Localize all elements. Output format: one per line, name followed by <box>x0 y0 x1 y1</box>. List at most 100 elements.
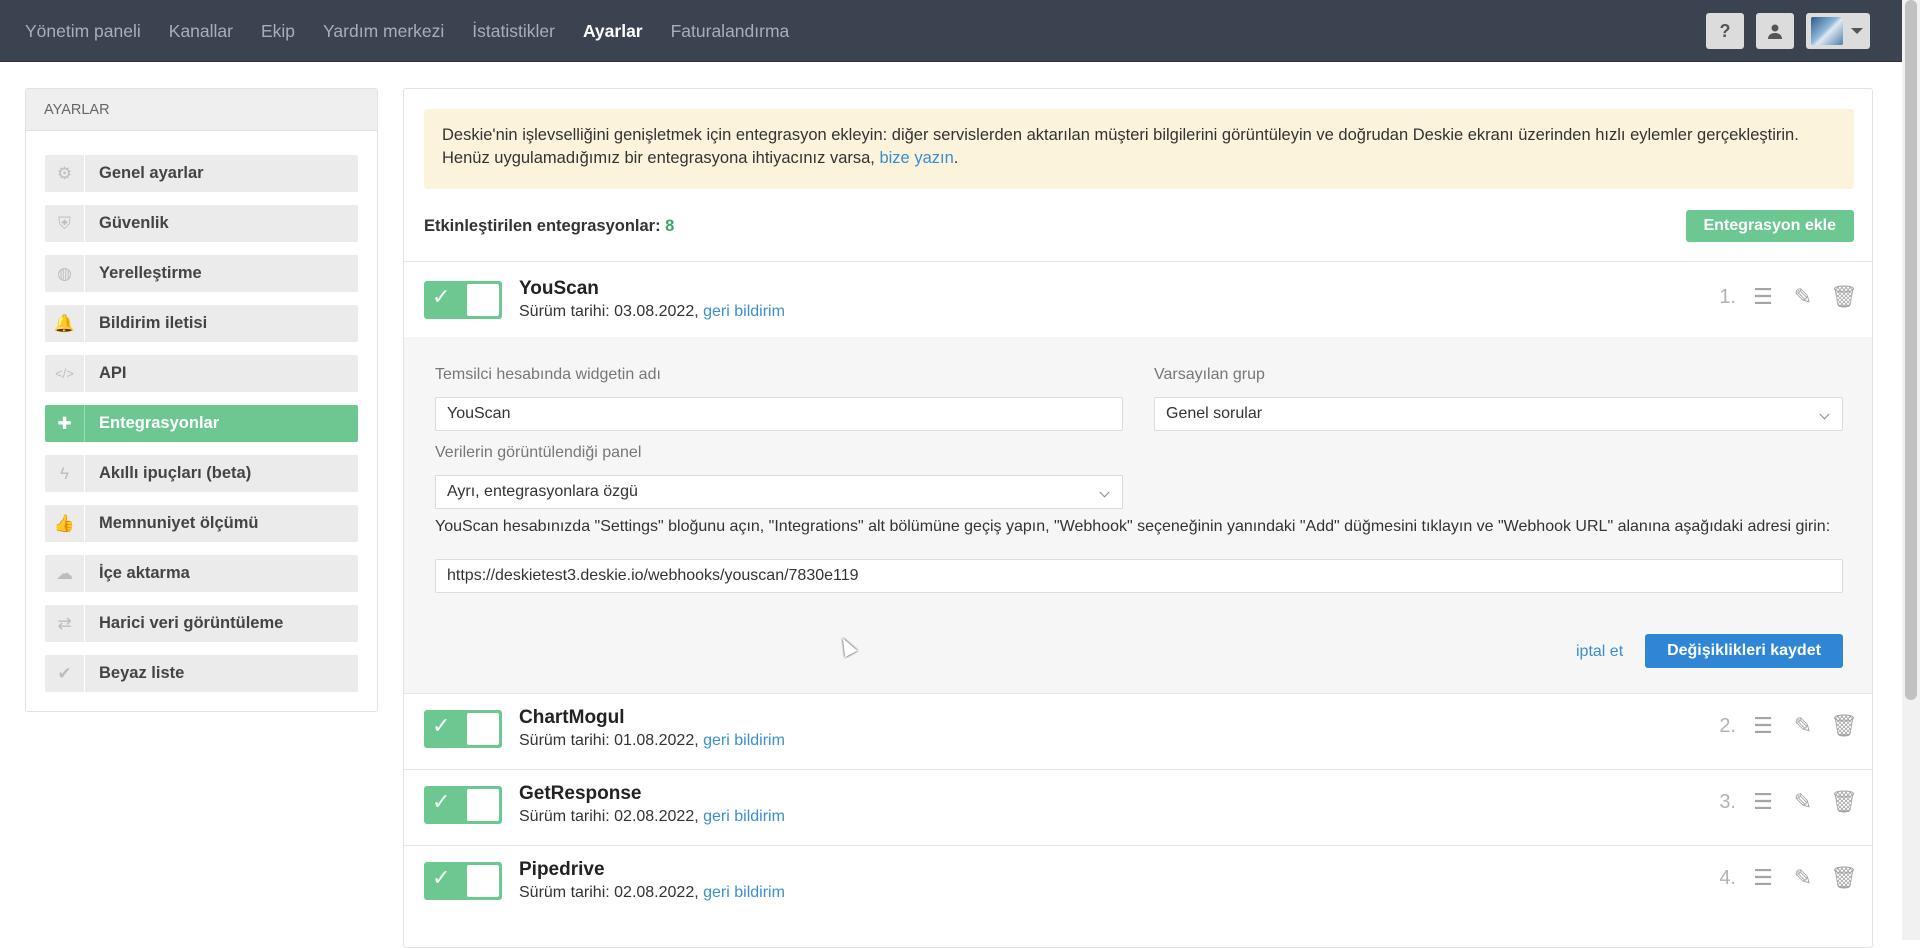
main-nav: Yönetim paneli Kanallar Ekip Yardım merk… <box>25 0 817 62</box>
feedback-link[interactable]: geri bildirim <box>703 303 785 320</box>
sidebar-item-label: Memnuniyet ölçümü <box>99 514 259 532</box>
widget-name-input[interactable]: YouScan <box>435 397 1123 431</box>
cancel-link[interactable]: iptal et <box>1576 643 1623 661</box>
integration-index: 3. <box>1719 790 1736 813</box>
toggle-knob <box>467 865 499 897</box>
trash-icon[interactable]: 🗑 <box>1830 713 1858 739</box>
check-icon: ✓ <box>432 865 451 890</box>
sidebar-item[interactable]: ⇄ Harici veri görüntüleme <box>45 605 358 642</box>
enabled-row: Etkinleştirilen entegrasyonlar: 8 Entegr… <box>424 209 1854 243</box>
webhook-url-field[interactable]: https://deskietest3.deskie.io/webhooks/y… <box>435 559 1843 593</box>
panel-select[interactable]: Ayrı, entegrasyonlara özgü <box>435 475 1123 509</box>
integration-name: Pipedrive <box>519 859 605 880</box>
nav-billing[interactable]: Faturalandırma <box>671 21 790 42</box>
nav-statistics[interactable]: İstatistikler <box>472 21 555 42</box>
sidebar-list: ⚙ Genel ayarlar ⛨ Güvenlik ◍ Yerelleştirme 🔔 Bi… <box>26 131 377 692</box>
shield-icon: ⛨ <box>45 205 85 242</box>
sidebar-item[interactable]: ϟ Akıllı ipuçları (beta) <box>45 455 358 492</box>
integration-row-chartmogul: ✓ ChartMogul Sürüm tarihi: 01.08.2022, g… <box>404 693 1872 769</box>
edit-icon[interactable]: ✎ <box>1790 284 1816 310</box>
sidebar-item-label: Genel ayarlar <box>99 164 204 182</box>
sidebar-item[interactable]: </> API <box>45 355 358 392</box>
scrollbar-thumb[interactable] <box>1905 0 1917 700</box>
release-date: Sürüm tarihi: 02.08.2022, <box>519 808 699 825</box>
integration-actions: 2. ☰ ✎ 🗑 <box>1719 713 1858 739</box>
add-integration-button[interactable]: Entegrasyon ekle <box>1685 210 1854 242</box>
sidebar-item[interactable]: ⛨ Güvenlik <box>45 205 358 242</box>
integration-toggle[interactable]: ✓ <box>424 786 502 824</box>
save-changes-button[interactable]: Değişiklikleri kaydet <box>1645 634 1843 668</box>
edit-icon[interactable]: ✎ <box>1790 713 1816 739</box>
drag-handle-icon[interactable]: ☰ <box>1750 284 1776 310</box>
sidebar-item-label: API <box>99 364 127 382</box>
feedback-link[interactable]: geri bildirim <box>703 732 785 749</box>
integration-toggle[interactable]: ✓ <box>424 281 502 319</box>
enabled-count: 8 <box>665 216 675 235</box>
release-date: Sürüm tarihi: 02.08.2022, <box>519 884 699 901</box>
integration-name: ChartMogul <box>519 707 625 728</box>
globe-icon: ◍ <box>45 255 85 292</box>
integration-date: Sürüm tarihi: 03.08.2022, geri bildirim <box>519 303 785 321</box>
panel-label: Verilerin görüntülendiği panel <box>435 444 642 461</box>
release-date: Sürüm tarihi: 01.08.2022, <box>519 732 699 749</box>
drag-handle-icon[interactable]: ☰ <box>1750 713 1776 739</box>
integration-index: 2. <box>1719 714 1736 737</box>
contact-us-link[interactable]: bize yazın <box>879 149 953 167</box>
integration-toggle[interactable]: ✓ <box>424 710 502 748</box>
nav-dashboard[interactable]: Yönetim paneli <box>25 21 141 42</box>
release-date: Sürüm tarihi: 03.08.2022, <box>519 303 699 320</box>
integration-toggle[interactable]: ✓ <box>424 862 502 900</box>
trash-icon[interactable]: 🗑 <box>1830 789 1858 815</box>
integration-actions: 4. ☰ ✎ 🗑 <box>1719 865 1858 891</box>
nav-help-center[interactable]: Yardım merkezi <box>323 21 444 42</box>
sidebar-item-label: Akıllı ipuçları (beta) <box>99 464 252 482</box>
integration-actions: 1. ☰ ✎ 🗑 <box>1719 284 1858 310</box>
user-icon <box>1768 24 1782 39</box>
drag-handle-icon[interactable]: ☰ <box>1750 789 1776 815</box>
help-button[interactable]: ? <box>1706 13 1744 49</box>
enabled-integrations-label: Etkinleştirilen entegrasyonlar: 8 <box>424 217 674 236</box>
profile-button[interactable] <box>1756 13 1794 49</box>
notice-end: . <box>953 149 959 167</box>
top-navbar: Yönetim paneli Kanallar Ekip Yardım merk… <box>0 0 1920 62</box>
code-icon: </> <box>45 355 85 392</box>
integration-name: GetResponse <box>519 783 642 804</box>
nav-channels[interactable]: Kanallar <box>169 21 233 42</box>
lightning-icon: ϟ <box>45 455 85 492</box>
account-menu-button[interactable] <box>1806 13 1870 49</box>
feedback-link[interactable]: geri bildirim <box>703 808 785 825</box>
sidebar-item[interactable]: ◍ Yerelleştirme <box>45 255 358 292</box>
sidebar-item-label: Entegrasyonlar <box>99 414 220 432</box>
integration-index: 1. <box>1719 285 1736 308</box>
gears-icon: ⚙ <box>45 155 85 192</box>
integration-row-pipedrive: ✓ Pipedrive Sürüm tarihi: 02.08.2022, ge… <box>404 845 1872 921</box>
sidebar-item[interactable]: ☁ İçe aktarma <box>45 555 358 592</box>
sidebar-item[interactable]: ✚ Entegrasyonlar <box>45 405 358 442</box>
trash-icon[interactable]: 🗑 <box>1830 865 1858 891</box>
drag-handle-icon[interactable]: ☰ <box>1750 865 1776 891</box>
sidebar-item-label: Güvenlik <box>99 214 169 232</box>
nav-settings[interactable]: Ayarlar <box>583 21 643 42</box>
integrations-panel: Deskie'nin işlevselliğini genişletmek iç… <box>403 88 1873 948</box>
edit-icon[interactable]: ✎ <box>1790 865 1816 891</box>
nav-team[interactable]: Ekip <box>261 21 295 42</box>
sidebar-item[interactable]: 🔔 Bildirim iletisi <box>45 305 358 342</box>
notice-text: Deskie'nin işlevselliğini genişletmek iç… <box>442 126 1799 167</box>
check-circle-icon: ✔ <box>45 655 85 692</box>
widget-name-label: Temsilci hesabında widgetin adı <box>435 366 661 383</box>
puzzle-icon: ✚ <box>45 405 85 442</box>
default-group-select[interactable]: Genel sorular <box>1154 397 1843 431</box>
page-scrollbar[interactable] <box>1902 0 1920 940</box>
edit-icon[interactable]: ✎ <box>1790 789 1816 815</box>
settings-sidebar: AYARLAR ⚙ Genel ayarlar ⛨ Güvenlik ◍ Yerelleş… <box>25 88 378 712</box>
integration-row-youscan: ✓ YouScan Sürüm tarihi: 03.08.2022, geri… <box>404 261 1872 337</box>
webhook-instructions: YouScan hesabınızda "Settings" bloğunu a… <box>435 518 1831 535</box>
sidebar-item[interactable]: 👍 Memnuniyet ölçümü <box>45 505 358 542</box>
trash-icon[interactable]: 🗑 <box>1830 284 1858 310</box>
feedback-link[interactable]: geri bildirim <box>703 884 785 901</box>
integration-row-getresponse: ✓ GetResponse Sürüm tarihi: 02.08.2022, … <box>404 769 1872 845</box>
sidebar-item[interactable]: ⚙ Genel ayarlar <box>45 155 358 192</box>
sidebar-item[interactable]: ✔ Beyaz liste <box>45 655 358 692</box>
sidebar-item-label: Harici veri görüntüleme <box>99 614 284 632</box>
exchange-icon: ⇄ <box>45 605 85 642</box>
